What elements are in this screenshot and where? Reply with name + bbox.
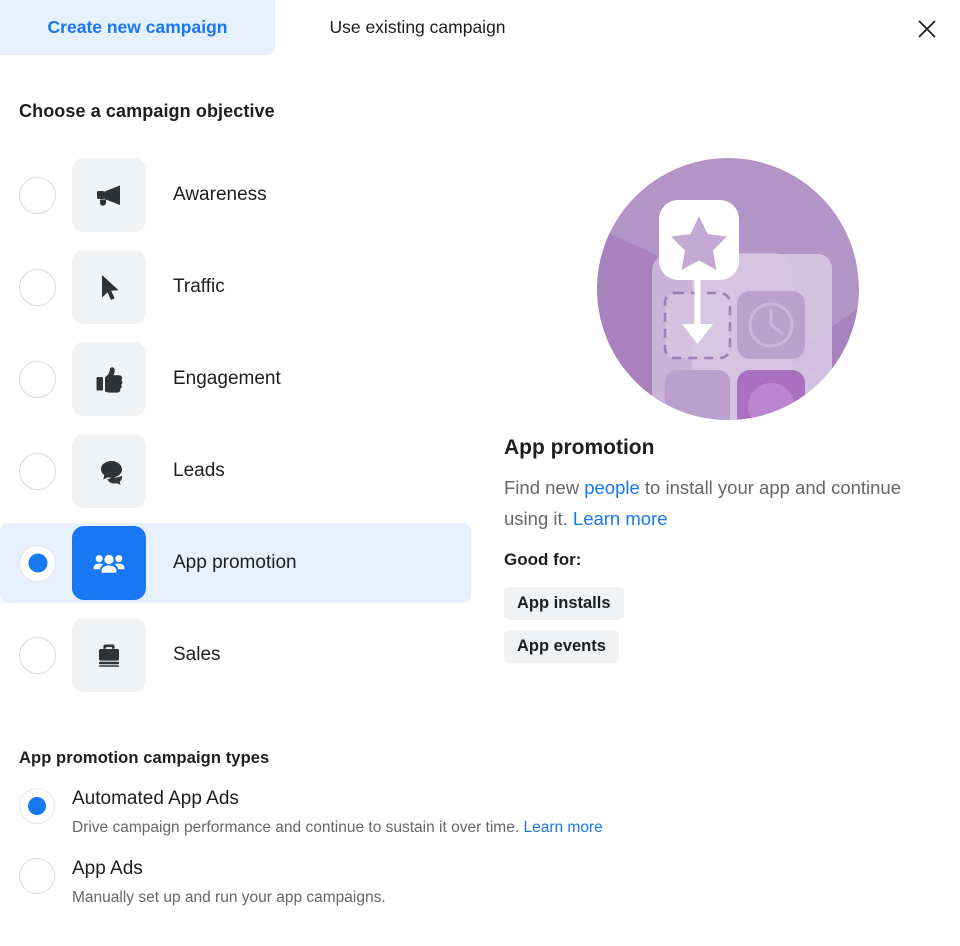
speech-bubbles-icon xyxy=(72,434,146,508)
megaphone-icon xyxy=(72,158,146,232)
radio-app-promotion[interactable] xyxy=(19,544,56,582)
objective-label-awareness: Awareness xyxy=(173,184,267,205)
tab-create-new-campaign-label: Create new campaign xyxy=(47,17,228,37)
app-promotion-illustration xyxy=(597,158,859,420)
good-for-badges: App installs App events xyxy=(504,587,624,673)
badge-app-installs: App installs xyxy=(504,587,624,620)
tab-use-existing-campaign[interactable]: Use existing campaign xyxy=(275,0,560,55)
objective-row-leads[interactable]: Leads xyxy=(0,431,471,511)
campaign-type-sub-text: Drive campaign performance and continue … xyxy=(72,819,524,836)
tab-bar: Create new campaign Use existing campaig… xyxy=(0,0,960,56)
campaign-type-row-automated-app-ads[interactable]: Automated App Ads Drive campaign perform… xyxy=(19,786,879,838)
objective-row-traffic[interactable]: Traffic xyxy=(0,247,471,327)
objective-label-app-promotion: App promotion xyxy=(173,552,297,573)
briefcase-icon xyxy=(72,618,146,692)
radio-awareness[interactable] xyxy=(19,176,56,214)
detail-desc-part1: Find new xyxy=(504,477,585,498)
automated-app-ads-learn-more-link[interactable]: Learn more xyxy=(523,819,602,836)
objective-label-traffic: Traffic xyxy=(173,276,225,297)
page-title: Choose a campaign objective xyxy=(19,101,275,121)
badge-app-events: App events xyxy=(504,630,619,663)
objective-label-sales: Sales xyxy=(173,644,221,665)
radio-traffic[interactable] xyxy=(19,268,56,306)
objective-list: Awareness Traffic Engagement Leads App p… xyxy=(0,155,471,707)
objective-label-engagement: Engagement xyxy=(173,368,281,389)
campaign-type-sub-app-ads: Manually set up and run your app campaig… xyxy=(72,889,386,906)
detail-title: App promotion xyxy=(504,436,655,459)
objective-row-app-promotion[interactable]: App promotion xyxy=(0,523,471,603)
campaign-type-row-app-ads[interactable]: App Ads Manually set up and run your app… xyxy=(19,856,879,908)
people-link[interactable]: people xyxy=(584,477,640,498)
campaign-type-sub-automated-app-ads: Drive campaign performance and continue … xyxy=(72,818,603,838)
learn-more-link[interactable]: Learn more xyxy=(573,508,668,529)
detail-description: Find new people to install your app and … xyxy=(504,472,914,534)
objective-label-leads: Leads xyxy=(173,460,225,481)
radio-sales[interactable] xyxy=(19,636,56,674)
campaign-types-title: App promotion campaign types xyxy=(19,749,270,767)
good-for-label: Good for: xyxy=(504,550,582,569)
thumbs-up-icon xyxy=(72,342,146,416)
radio-app-ads[interactable] xyxy=(19,858,55,894)
objective-row-sales[interactable]: Sales xyxy=(0,615,471,695)
radio-engagement[interactable] xyxy=(19,360,56,398)
radio-leads[interactable] xyxy=(19,452,56,490)
cursor-icon xyxy=(72,250,146,324)
close-button[interactable] xyxy=(908,10,946,48)
people-group-icon xyxy=(72,526,146,600)
campaign-types-list: Automated App Ads Drive campaign perform… xyxy=(19,786,879,926)
campaign-type-title-app-ads: App Ads xyxy=(72,858,143,879)
tab-create-new-campaign[interactable]: Create new campaign xyxy=(0,0,275,55)
campaign-type-title-automated-app-ads: Automated App Ads xyxy=(72,788,239,809)
objective-row-engagement[interactable]: Engagement xyxy=(0,339,471,419)
close-icon xyxy=(918,20,936,38)
radio-automated-app-ads[interactable] xyxy=(19,788,55,824)
tab-use-existing-campaign-label: Use existing campaign xyxy=(329,17,506,37)
objective-row-awareness[interactable]: Awareness xyxy=(0,155,471,235)
